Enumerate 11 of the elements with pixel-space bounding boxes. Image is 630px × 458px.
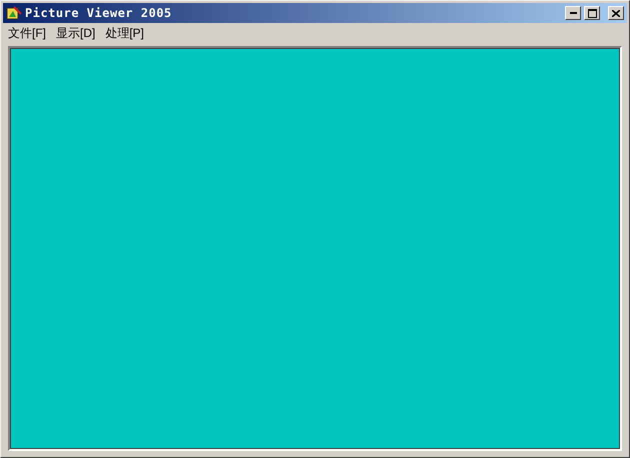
close-button[interactable] bbox=[608, 6, 624, 20]
maximize-icon bbox=[588, 8, 596, 18]
minimize-button[interactable] bbox=[565, 6, 581, 20]
close-icon bbox=[612, 10, 620, 16]
maximize-button[interactable] bbox=[584, 6, 600, 20]
window-title: Picture Viewer 2005 bbox=[25, 5, 172, 22]
menu-item[interactable]: 处理[P] bbox=[102, 24, 148, 42]
menu-item[interactable]: 显示[D] bbox=[53, 24, 98, 42]
menu-item[interactable]: 文件[F] bbox=[5, 24, 49, 42]
painting-icon bbox=[6, 5, 22, 21]
minimize-icon bbox=[570, 12, 576, 14]
